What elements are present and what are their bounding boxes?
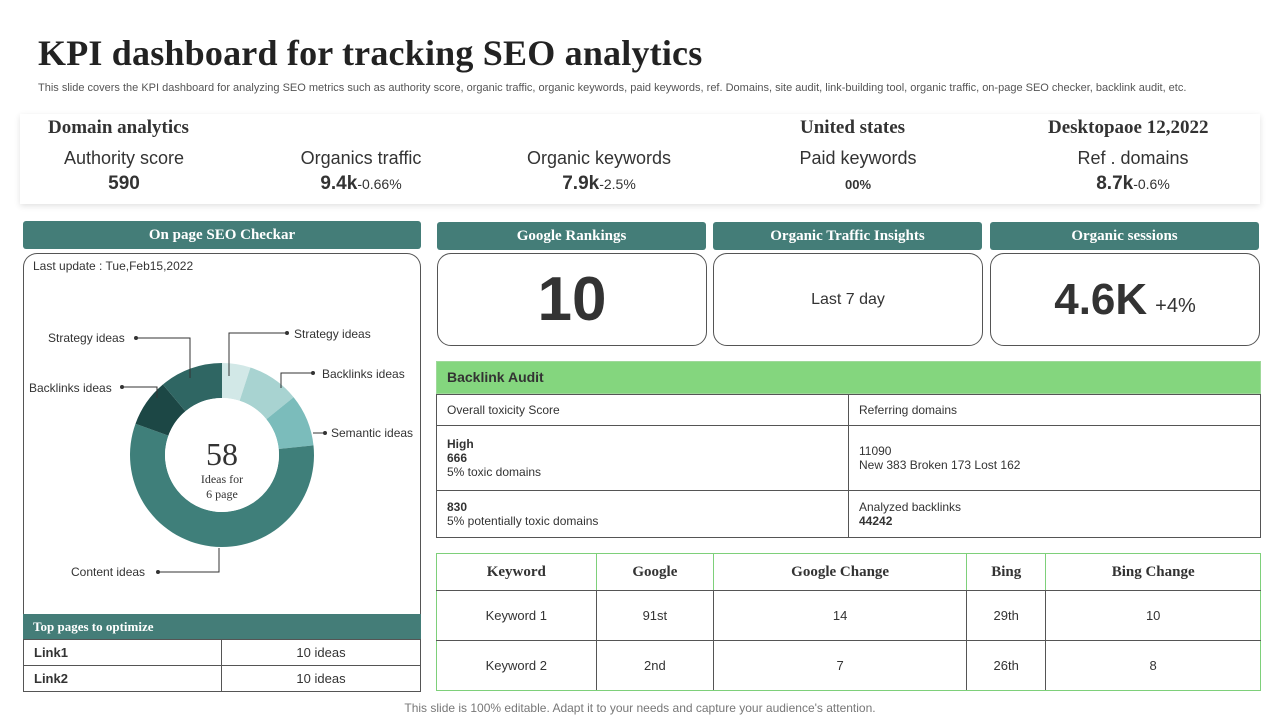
table-row[interactable]: Link1 10 ideas (23, 639, 421, 666)
bing-rank-cell: 29th (966, 590, 1047, 641)
content-ideas-label: Content ideas (71, 565, 146, 579)
google-change-cell: 7 (713, 640, 968, 691)
seo-checker-header: On page SEO Checkar (23, 221, 421, 249)
paid-keywords-kpi: Paid keywords 00% (778, 148, 938, 192)
organic-keywords-kpi: Organic keywords 7.9k-2.5% (499, 148, 699, 195)
toxicity-score-label: Overall toxicity Score (436, 394, 849, 426)
backlink-audit-table: Overall toxicity Score Referring domains… (436, 394, 1261, 538)
analyzed-backlinks-value: 44242 (859, 514, 893, 528)
top-page-link[interactable]: Link2 (23, 665, 222, 692)
top-page-ideas: 10 ideas (221, 639, 421, 666)
bing-change-cell: 10 (1045, 590, 1261, 641)
organic-sessions-header: Organic sessions (990, 222, 1259, 250)
organic-traffic-insights-box: Last 7 day (713, 253, 983, 346)
top-pages-table: Link1 10 ideas Link2 10 ideas (23, 639, 421, 692)
donut-center-line1: Ideas for (200, 472, 244, 486)
ref-domains-change: -0.6% (1133, 176, 1170, 192)
semantic-ideas-label: Semantic ideas (331, 426, 414, 440)
organic-traffic-value-row: 9.4k-0.66% (271, 173, 451, 195)
google-rank-cell: 2nd (595, 640, 715, 691)
footer-note: This slide is 100% editable. Adapt it to… (404, 701, 876, 715)
google-rank-cell: 91st (595, 590, 715, 641)
referring-domains-label: Referring domains (848, 394, 1261, 426)
google-change-cell: 14 (713, 590, 968, 641)
organic-keywords-change: -2.5% (599, 176, 636, 192)
toxicity-high-cell: High 666 5% toxic domains (436, 425, 849, 491)
authority-score-value: 590 (108, 173, 140, 194)
paid-keywords-value: 00% (844, 177, 872, 192)
strategy-ideas-label-right: Strategy ideas (294, 327, 371, 341)
table-header-row: Keyword Google Google Change Bing Bing C… (436, 553, 1261, 591)
keyword-cell: Keyword 2 (436, 640, 597, 691)
referring-domains-cell: 11090 New 383 Broken 173 Lost 162 (848, 425, 1261, 491)
ref-domains-kpi: Ref . domains 8.7k-0.6% (1053, 148, 1213, 195)
organic-keywords-value-row: 7.9k-2.5% (499, 173, 699, 195)
potential-toxic-note: 5% potentially toxic domains (447, 514, 599, 528)
referring-domains-note: New 383 Broken 173 Lost 162 (859, 458, 1021, 472)
organic-traffic-label: Organics traffic (300, 148, 422, 168)
paid-keywords-label: Paid keywords (799, 148, 917, 168)
google-rankings-box: 10 (437, 253, 707, 346)
backlinks-ideas-label-right: Backlinks ideas (322, 367, 405, 381)
organic-traffic-change: -0.66% (357, 176, 402, 192)
organic-keywords-label: Organic keywords (526, 148, 672, 168)
google-rankings-value: 10 (537, 265, 607, 334)
table-row: High 666 5% toxic domains 11090 New 383 … (436, 425, 1261, 491)
bing-rank-cell: 26th (966, 640, 1047, 691)
organic-traffic-kpi: Organics traffic 9.4k-0.66% (271, 148, 451, 195)
bing-change-cell: 8 (1045, 640, 1261, 691)
backlink-audit-header: Backlink Audit (436, 361, 1261, 394)
table-row[interactable]: Keyword 1 91st 14 29th 10 (436, 590, 1261, 641)
table-row: Overall toxicity Score Referring domains (436, 394, 1261, 426)
strategy-ideas-label-left: Strategy ideas (48, 331, 125, 345)
referring-domains-value: 11090 (859, 444, 892, 458)
organic-keywords-value: 7.9k (562, 173, 600, 194)
date-heading: Desktopaoe 12,2022 (1048, 117, 1209, 138)
top-page-link[interactable]: Link1 (23, 639, 222, 666)
keyword-cell: Keyword 1 (436, 590, 597, 641)
organic-sessions-change: +4% (1155, 295, 1196, 317)
backlinks-ideas-label-left: Backlinks ideas (29, 381, 112, 395)
google-rankings-header: Google Rankings (437, 222, 706, 250)
authority-score-label: Authority score (63, 148, 185, 168)
organic-sessions-box: 4.6K +4% (990, 253, 1260, 346)
table-row[interactable]: Keyword 2 2nd 7 26th 8 (436, 640, 1261, 691)
potential-toxic-cell: 830 5% potentially toxic domains (436, 490, 849, 538)
column-header-google-change: Google Change (713, 553, 968, 591)
authority-score-kpi: Authority score 590 (44, 148, 204, 195)
top-pages-header: Top pages to optimize (23, 614, 421, 639)
table-row: 830 5% potentially toxic domains Analyze… (436, 490, 1261, 538)
page-subtitle: This slide covers the KPI dashboard for … (38, 82, 1187, 94)
ref-domains-value-row: 8.7k-0.6% (1053, 173, 1213, 195)
table-row[interactable]: Link2 10 ideas (23, 665, 421, 692)
organic-traffic-period: Last 7 day (811, 290, 885, 308)
column-header-bing: Bing (966, 553, 1047, 591)
donut-center-number: 58 (206, 436, 238, 472)
column-header-google: Google (595, 553, 715, 591)
potential-toxic-value: 830 (447, 500, 468, 514)
toxicity-level: High (447, 437, 474, 451)
organic-sessions-value: 4.6K (1054, 274, 1148, 324)
ref-domains-label: Ref . domains (1077, 148, 1189, 168)
column-header-keyword: Keyword (436, 553, 597, 591)
organic-traffic-value: 9.4k (320, 173, 358, 194)
keyword-rankings-table: Keyword Google Google Change Bing Bing C… (436, 553, 1261, 691)
donut-center-line2: 6 page (206, 487, 238, 501)
organic-traffic-insights-header: Organic Traffic Insights (713, 222, 982, 250)
top-page-ideas: 10 ideas (221, 665, 421, 692)
analyzed-backlinks-label: Analyzed backlinks (859, 500, 962, 514)
ref-domains-value: 8.7k (1096, 173, 1134, 194)
analyzed-backlinks-cell: Analyzed backlinks 44242 (848, 490, 1261, 538)
region-heading: United states (800, 117, 906, 138)
domain-analytics-heading: Domain analytics (48, 117, 189, 138)
toxic-domains-note: 5% toxic domains (447, 465, 542, 479)
page-title: KPI dashboard for tracking SEO analytics (38, 33, 703, 73)
column-header-bing-change: Bing Change (1045, 553, 1261, 591)
toxicity-high-value: 666 (447, 451, 468, 465)
